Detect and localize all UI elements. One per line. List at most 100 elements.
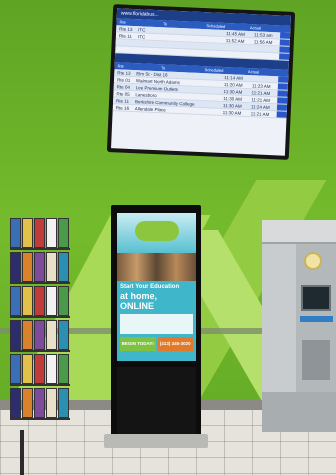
brochure[interactable] <box>10 320 21 350</box>
kiosk-screen: Start Your Education at home, ONLINE BEG… <box>117 213 196 361</box>
board-status-indicator <box>278 76 289 83</box>
board-cell-time: 11:14 AM <box>224 75 243 81</box>
brochure[interactable] <box>46 218 57 248</box>
kiosk-ad-top <box>117 213 196 253</box>
ticket-machine-screen[interactable] <box>301 285 331 311</box>
brochure[interactable] <box>22 286 33 316</box>
board-cell-route <box>115 46 137 53</box>
departure-board: www.floridabus... Rte To Scheduled Actua… <box>106 4 296 160</box>
board-cell-time <box>225 44 253 51</box>
brochure[interactable] <box>34 388 45 418</box>
rack-shelf-wire <box>10 248 70 250</box>
brochure[interactable] <box>34 354 45 384</box>
board-cell-actual <box>253 45 279 52</box>
board-cell-route: Rte 13 <box>119 26 133 32</box>
brochure[interactable] <box>22 252 33 282</box>
bus-station-scene: www.floridabus... Rte To Scheduled Actua… <box>0 0 336 475</box>
board-cell-time <box>225 51 253 58</box>
board-cell-actual <box>253 52 279 59</box>
brochure[interactable] <box>46 252 57 282</box>
transit-logo-icon <box>304 252 322 270</box>
ticket-machine-slot[interactable] <box>302 340 330 380</box>
brochure[interactable] <box>58 388 69 418</box>
board-cell-route <box>116 39 138 46</box>
brochure[interactable] <box>46 388 57 418</box>
board-status-indicator <box>276 111 287 118</box>
kiosk-cta-row: BEGIN TODAY! (413) 345-3020 <box>120 337 193 351</box>
board-cell-time: 11:20 AM <box>223 82 243 88</box>
board-cell-actual <box>252 75 278 82</box>
brochure[interactable] <box>58 286 69 316</box>
brochure[interactable] <box>34 286 45 316</box>
board-status-indicator <box>279 46 290 53</box>
board-cell-route: Rte 05 <box>116 91 130 97</box>
brochure-rack <box>10 218 70 433</box>
board-cell-actual: 11:23 AM <box>251 83 271 90</box>
ticket-machine-top <box>262 220 336 244</box>
board-status-indicator <box>279 32 291 39</box>
brochure[interactable] <box>10 218 21 248</box>
board-status-indicator <box>277 97 288 104</box>
kiosk-base <box>104 434 208 448</box>
rack-shelf-wire <box>10 384 70 386</box>
board-cell-time: 11:30 AM <box>222 102 242 109</box>
brochure[interactable] <box>46 354 57 384</box>
kiosk-headline-line2: at home, ONLINE <box>120 291 158 311</box>
board-status-indicator <box>277 90 288 97</box>
kiosk-headline: Start Your Education at home, ONLINE <box>117 281 196 311</box>
board-cell-actual: 11:21 AM <box>250 111 270 118</box>
board-cell-route: Rte 04 <box>116 84 131 90</box>
ticket-machine-base <box>262 392 336 432</box>
begin-today-button[interactable]: BEGIN TODAY! <box>120 337 156 351</box>
brochure[interactable] <box>58 218 69 248</box>
board-cell-route: Rte 01 <box>116 77 131 83</box>
board-cell-time: 11:30 AM <box>223 95 243 102</box>
rack-shelf-wire <box>10 316 70 318</box>
brochure[interactable] <box>34 320 45 350</box>
brochure[interactable] <box>10 286 21 316</box>
board-cell-route: Rte 11 <box>115 98 130 104</box>
board-status-indicator <box>279 39 290 46</box>
kiosk-ad-photo <box>117 253 196 281</box>
brochure[interactable] <box>22 218 33 248</box>
ticket-machine-label <box>300 316 333 322</box>
board-cell-route: Rte 11 <box>118 33 132 39</box>
brochure[interactable] <box>58 320 69 350</box>
board-cell-actual: 11:24 AM <box>250 104 270 111</box>
brochure[interactable] <box>10 388 21 418</box>
departure-board-screen: www.floridabus... Rte To Scheduled Actua… <box>111 8 291 156</box>
board-cell-time: 11:45 AM <box>226 31 245 37</box>
board-cell-actual: 11:53 am <box>254 32 273 39</box>
board-cell-actual: 11:56 AM <box>253 39 273 46</box>
brochure[interactable] <box>22 388 33 418</box>
brochure[interactable] <box>58 252 69 282</box>
board-cell-time: 11:52 AM <box>225 38 245 44</box>
board-status-indicator <box>276 104 288 111</box>
rack-shelf-wire <box>10 282 70 284</box>
brochure[interactable] <box>22 320 33 350</box>
brochure[interactable] <box>10 252 21 282</box>
board-header-text: www.floridabus... <box>120 10 159 19</box>
brochure[interactable] <box>46 286 57 316</box>
board-cell-route: Rte 16 <box>115 105 130 111</box>
brochure[interactable] <box>46 320 57 350</box>
brochure[interactable] <box>34 252 45 282</box>
board-cell-actual: 11:21 AM <box>251 90 271 97</box>
brochure[interactable] <box>22 354 33 384</box>
board-status-indicator <box>277 83 289 90</box>
rack-pole <box>20 430 24 475</box>
board-cell-time: 11:30 AM <box>223 88 243 95</box>
kiosk-ad-body <box>120 314 193 334</box>
rack-shelf-wire <box>10 350 70 352</box>
rack-shelf-wire <box>10 418 70 420</box>
board-cell-time: 11:30 AM <box>222 109 242 116</box>
board-cell-actual: 11:21 AM <box>251 97 271 104</box>
board-cell-route: Rte 13 <box>117 70 131 76</box>
brochure[interactable] <box>10 354 21 384</box>
brochure[interactable] <box>58 354 69 384</box>
phone-number-badge: (413) 345-3020 <box>157 337 193 351</box>
kiosk-headline-line1: Start Your Education <box>120 284 180 290</box>
board-rows-bottom: Rte 13 Elm St - Dist 16 11:14 AM Rte 01 Walm… <box>112 69 289 119</box>
board-status-indicator <box>279 53 290 60</box>
brochure[interactable] <box>34 218 45 248</box>
